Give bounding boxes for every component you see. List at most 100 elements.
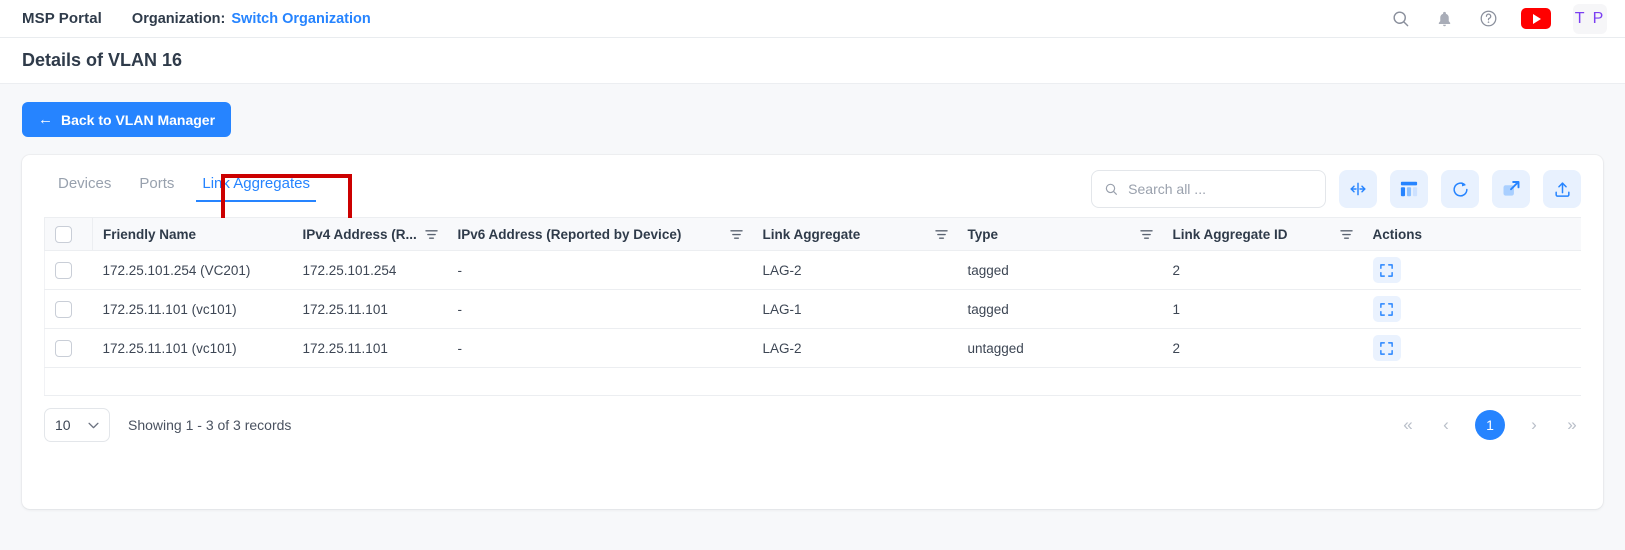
row-checkbox[interactable] xyxy=(55,301,72,318)
column-header-actions-label: Actions xyxy=(1373,227,1423,242)
column-header-ipv6-address-label: IPv6 Address (Reported by Device) xyxy=(458,227,682,242)
table-filler-cell xyxy=(45,368,1582,396)
avatar[interactable]: T P xyxy=(1573,4,1607,34)
records-summary: Showing 1 - 3 of 3 records xyxy=(128,417,291,433)
cell-friendly-name: 172.25.11.101 (vc101) xyxy=(93,290,293,329)
first-page-button[interactable]: « xyxy=(1399,414,1417,436)
tab-bar: Devices Ports Link Aggregates xyxy=(44,169,324,202)
export-icon[interactable] xyxy=(1543,170,1581,208)
tab-ports[interactable]: Ports xyxy=(125,169,188,202)
column-visibility-icon[interactable] xyxy=(1390,170,1428,208)
search-box[interactable] xyxy=(1091,170,1326,208)
column-header-type-label: Type xyxy=(968,227,999,242)
row-select-cell xyxy=(45,290,93,329)
table-container: Friendly Name IPv4 Address (R... xyxy=(22,217,1603,396)
table-tools xyxy=(1091,169,1581,208)
page-header: Details of VLAN 16 xyxy=(0,38,1625,84)
table-row[interactable]: 172.25.11.101 (vc101) 172.25.11.101 - LA… xyxy=(45,290,1582,329)
page-number-1[interactable]: 1 xyxy=(1475,410,1505,440)
column-header-link-aggregate-id[interactable]: Link Aggregate ID xyxy=(1163,218,1363,251)
cell-ipv6: - xyxy=(448,329,753,368)
page-title: Details of VLAN 16 xyxy=(22,50,182,71)
table-footer: 10 Showing 1 - 3 of 3 records « ‹ 1 › » xyxy=(22,396,1603,454)
column-header-ipv4-address[interactable]: IPv4 Address (R... xyxy=(293,218,448,251)
table-filler-row xyxy=(45,368,1582,396)
filter-icon[interactable] xyxy=(1340,229,1353,240)
cell-ipv6: - xyxy=(448,251,753,290)
filter-icon[interactable] xyxy=(935,229,948,240)
filter-icon[interactable] xyxy=(730,229,743,240)
expand-details-icon[interactable] xyxy=(1373,296,1401,322)
expand-icon[interactable] xyxy=(1492,170,1530,208)
column-header-link-aggregate-id-label: Link Aggregate ID xyxy=(1173,227,1288,242)
cell-link-aggregate: LAG-2 xyxy=(753,251,958,290)
cell-ipv4: 172.25.11.101 xyxy=(293,290,448,329)
page-size-select[interactable]: 10 xyxy=(44,408,110,442)
cell-ipv6: - xyxy=(448,290,753,329)
app-brand: MSP Portal xyxy=(22,10,102,27)
previous-page-button[interactable]: ‹ xyxy=(1437,414,1455,436)
top-navigation-bar: MSP Portal Organization: Switch Organiza… xyxy=(0,0,1625,38)
card-toolbar: Devices Ports Link Aggregates xyxy=(22,155,1603,217)
chevron-down-icon xyxy=(88,422,99,429)
back-button-label: Back to VLAN Manager xyxy=(61,112,215,128)
row-select-cell xyxy=(45,329,93,368)
next-page-button[interactable]: › xyxy=(1525,414,1543,436)
back-to-vlan-manager-button[interactable]: ← Back to VLAN Manager xyxy=(22,102,231,137)
row-select-cell xyxy=(45,251,93,290)
last-page-button[interactable]: » xyxy=(1563,414,1581,436)
tab-link-aggregates[interactable]: Link Aggregates xyxy=(188,169,324,202)
search-icon[interactable] xyxy=(1389,8,1411,30)
column-header-ipv4-address-label: IPv4 Address (R... xyxy=(303,227,417,242)
table-row[interactable]: 172.25.101.254 (VC201) 172.25.101.254 - … xyxy=(45,251,1582,290)
tab-ports-label: Ports xyxy=(139,175,174,192)
tab-devices[interactable]: Devices xyxy=(44,169,125,202)
cell-type: tagged xyxy=(958,251,1163,290)
column-header-select-all xyxy=(45,218,93,251)
row-checkbox[interactable] xyxy=(55,262,72,279)
select-all-checkbox[interactable] xyxy=(55,226,72,243)
filter-icon[interactable] xyxy=(425,229,438,240)
table-body: 172.25.101.254 (VC201) 172.25.101.254 - … xyxy=(45,251,1582,396)
youtube-icon[interactable] xyxy=(1521,8,1551,29)
page-body: ← Back to VLAN Manager Devices Ports Lin… xyxy=(0,84,1625,550)
fit-columns-icon[interactable] xyxy=(1339,170,1377,208)
refresh-icon[interactable] xyxy=(1441,170,1479,208)
filter-icon[interactable] xyxy=(1140,229,1153,240)
row-checkbox[interactable] xyxy=(55,340,72,357)
table-head: Friendly Name IPv4 Address (R... xyxy=(45,218,1582,251)
cell-friendly-name: 172.25.11.101 (vc101) xyxy=(93,329,293,368)
column-header-friendly-name[interactable]: Friendly Name xyxy=(93,218,293,251)
search-input[interactable] xyxy=(1128,181,1313,197)
arrow-left-icon: ← xyxy=(38,112,53,127)
bell-icon[interactable] xyxy=(1433,8,1455,30)
search-icon xyxy=(1104,181,1118,197)
tab-devices-label: Devices xyxy=(58,175,111,192)
cell-actions xyxy=(1363,329,1582,368)
organization-label: Organization: xyxy=(132,11,225,27)
pagination: « ‹ 1 › » xyxy=(1399,410,1581,440)
cell-link-aggregate-id: 2 xyxy=(1163,329,1363,368)
column-header-link-aggregate-label: Link Aggregate xyxy=(763,227,861,242)
cell-actions xyxy=(1363,251,1582,290)
column-header-link-aggregate[interactable]: Link Aggregate xyxy=(753,218,958,251)
link-aggregates-card: Devices Ports Link Aggregates xyxy=(22,155,1603,509)
cell-type: untagged xyxy=(958,329,1163,368)
column-header-ipv6-address[interactable]: IPv6 Address (Reported by Device) xyxy=(448,218,753,251)
cell-link-aggregate-id: 2 xyxy=(1163,251,1363,290)
column-header-friendly-name-label: Friendly Name xyxy=(103,227,196,242)
cell-ipv4: 172.25.11.101 xyxy=(293,329,448,368)
column-header-type[interactable]: Type xyxy=(958,218,1163,251)
help-circle-icon[interactable] xyxy=(1477,8,1499,30)
expand-details-icon[interactable] xyxy=(1373,335,1401,361)
cell-link-aggregate-id: 1 xyxy=(1163,290,1363,329)
cell-type: tagged xyxy=(958,290,1163,329)
cell-actions xyxy=(1363,290,1582,329)
switch-organization-link[interactable]: Switch Organization xyxy=(231,11,370,27)
cell-ipv4: 172.25.101.254 xyxy=(293,251,448,290)
table-header-row: Friendly Name IPv4 Address (R... xyxy=(45,218,1582,251)
expand-details-icon[interactable] xyxy=(1373,257,1401,283)
table-row[interactable]: 172.25.11.101 (vc101) 172.25.11.101 - LA… xyxy=(45,329,1582,368)
tab-link-aggregates-label: Link Aggregates xyxy=(202,175,310,192)
cell-link-aggregate: LAG-2 xyxy=(753,329,958,368)
